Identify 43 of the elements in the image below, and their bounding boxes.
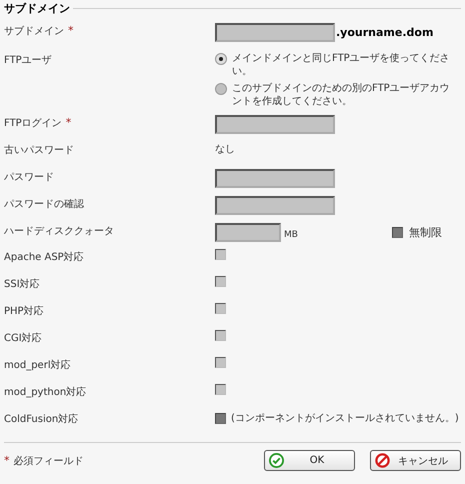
- checkbox[interactable]: [215, 303, 226, 314]
- radio-button[interactable]: [215, 53, 227, 65]
- radio-label: メインドメインと同じFTPユーザを使ってください。: [232, 52, 451, 78]
- required-note: 必須フィールド: [14, 454, 84, 468]
- checkbox[interactable]: [215, 384, 226, 395]
- domain-suffix: .yourname.dom: [336, 26, 434, 39]
- required-mark: *: [68, 24, 74, 38]
- field-label: FTPユーザ: [4, 54, 52, 67]
- checkbox[interactable]: [215, 276, 226, 287]
- radio-button[interactable]: [215, 83, 227, 95]
- input-field[interactable]: [215, 115, 335, 134]
- checkbox-label: 無制限: [408, 225, 442, 240]
- field-value: なし: [215, 143, 235, 156]
- checkbox[interactable]: [215, 357, 226, 368]
- field-label: 古いパスワード: [4, 144, 74, 157]
- field-label: FTPログイン: [4, 117, 62, 130]
- input-field[interactable]: [215, 23, 335, 42]
- radio-label: このサブドメインのための別のFTPユーザアカウントを作成してください。: [232, 82, 451, 108]
- checkbox[interactable]: [215, 330, 226, 341]
- check-icon: [269, 453, 284, 468]
- required-mark: *: [66, 116, 72, 130]
- field-label: パスワード: [4, 171, 54, 184]
- required-mark: *: [4, 454, 10, 467]
- quota-field[interactable]: [215, 223, 281, 242]
- checkbox[interactable]: [215, 249, 226, 260]
- unit-label: MB: [284, 230, 298, 240]
- field-label: パスワードの確認: [4, 198, 84, 211]
- field-label: ハードディスククォータ: [4, 225, 114, 238]
- field-label: CGI対応: [4, 332, 42, 345]
- field-label: PHP対応: [4, 304, 44, 318]
- cancel-button[interactable]: キャンセル: [370, 450, 461, 471]
- field-label: mod_python対応: [4, 386, 86, 399]
- section-title: サブドメイン: [4, 0, 70, 16]
- field-label: サブドメイン: [4, 24, 64, 38]
- cancel-icon: [375, 453, 390, 468]
- field-label: ColdFusion対応: [4, 412, 78, 426]
- field-label: Apache ASP対応: [4, 250, 84, 264]
- field-label: SSI対応: [4, 278, 40, 291]
- input-field[interactable]: [215, 196, 335, 215]
- input-field[interactable]: [215, 169, 335, 188]
- checkbox-note: (コンポーネントがインストールされていません。): [231, 412, 459, 425]
- ok-button[interactable]: OK: [264, 450, 355, 471]
- field-label: mod_perl対応: [4, 358, 71, 372]
